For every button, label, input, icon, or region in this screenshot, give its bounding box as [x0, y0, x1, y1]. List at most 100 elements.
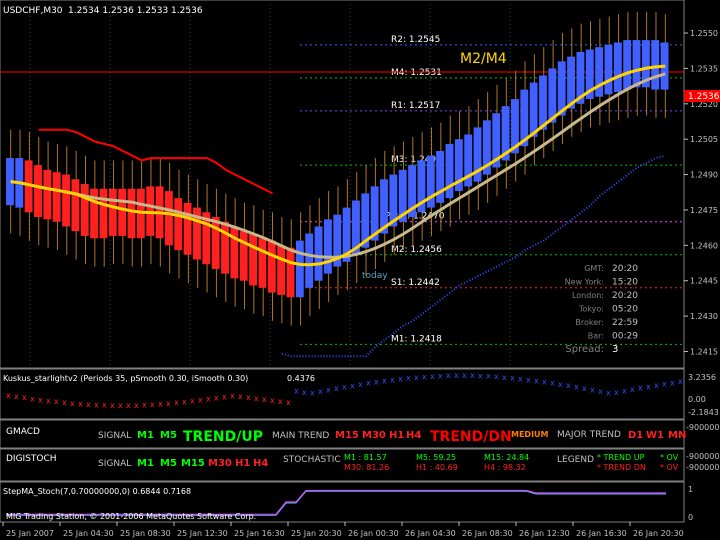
kuskus-marker: x	[366, 379, 371, 388]
pivot-label: R1: 1.2517	[391, 101, 440, 111]
stepma-tick-0: 0	[688, 513, 693, 522]
kuskus-marker: x	[182, 397, 187, 406]
digistoch-h4-value: H4 : 98.32	[484, 463, 526, 472]
kuskus-marker: x	[606, 388, 611, 397]
digistoch-legend-ov-1: * OV	[660, 453, 679, 462]
bull-bar	[604, 44, 613, 95]
time-tick-label: 25 Jan 08:30	[120, 529, 171, 538]
bear-bar	[286, 247, 295, 298]
kuskus-marker: x	[286, 398, 291, 407]
kuskus-marker: x	[270, 396, 275, 405]
kuskus-marker: x	[102, 401, 107, 410]
digistoch-stochastic: STOCHASTIC	[283, 455, 341, 465]
digistoch-m30-value: M30: 81.26	[344, 463, 389, 472]
info-label: New York:	[565, 278, 604, 287]
kuskus-marker: x	[454, 371, 459, 380]
price-tick-label: 1.2535	[690, 64, 718, 73]
kuskus-marker: x	[22, 393, 27, 402]
kuskus-marker: x	[358, 380, 363, 389]
kuskus-marker: x	[430, 372, 435, 381]
kuskus-marker: x	[414, 373, 419, 382]
bear-bar	[249, 233, 258, 286]
bull-bar	[445, 143, 454, 199]
kuskus-marker: x	[390, 375, 395, 384]
time-tick-label: 26 Jan 08:30	[462, 529, 513, 538]
time-tick-label: 25 Jan 20:30	[291, 529, 342, 538]
time-tick-label: 26 Jan 20:30	[633, 529, 684, 538]
kuskus-marker: x	[230, 391, 235, 400]
bear-bar	[62, 174, 70, 227]
info-label: London:	[572, 291, 604, 300]
price-tick-label: 1.2505	[690, 135, 718, 144]
stepma-title: StepMA_Stoch(7,0.70000000,0) 0.6844 0.71…	[3, 487, 191, 496]
kuskus-marker: x	[550, 379, 555, 388]
info-label: Broker:	[575, 318, 604, 327]
kuskus-marker: x	[406, 374, 411, 383]
bull-bar	[623, 40, 632, 90]
info-value: 15:20	[612, 278, 638, 288]
digistoch-tick-1: -9000000	[686, 452, 720, 461]
bear-bar	[108, 188, 117, 236]
info-label: Bar:	[588, 332, 604, 341]
bear-bar	[230, 226, 239, 279]
info-value: 05:20	[612, 305, 638, 315]
info-label: Spread:	[565, 344, 604, 355]
kuskus-marker: x	[334, 384, 339, 393]
bull-bar	[632, 40, 641, 88]
time-tick-label: 25 Jan 2007	[6, 529, 54, 538]
bull-bar	[295, 240, 304, 298]
bear-bar	[277, 245, 286, 295]
digistoch-h1: H1	[235, 458, 250, 469]
kuskus-marker: x	[438, 371, 443, 380]
price-tick-label: 1.2430	[690, 312, 718, 321]
bear-bar	[221, 221, 229, 274]
bear-bar	[71, 179, 80, 232]
pivot-label: M4: 1.2531	[391, 68, 442, 78]
kuskus-marker: x	[542, 377, 547, 386]
kuskus-marker: x	[398, 374, 403, 383]
kuskus-marker: x	[446, 371, 451, 380]
kuskus-marker: x	[382, 376, 387, 385]
time-tick-label: 26 Jan 16:30	[576, 529, 627, 538]
kuskus-marker: x	[190, 397, 195, 406]
kuskus-title: Kuskus_starlightv2 (Periods 35, pSmooth …	[3, 374, 248, 383]
kuskus-marker: x	[86, 400, 91, 409]
bull-bar	[595, 47, 604, 97]
kuskus-marker: x	[318, 387, 323, 396]
kuskus-marker: x	[678, 377, 683, 386]
symbol-info: USDCHF,M30	[3, 6, 63, 16]
digistoch-m15-value: M15: 24.84	[484, 453, 529, 462]
kuskus-marker: x	[310, 389, 315, 398]
kuskus-marker: x	[302, 388, 307, 397]
price-tick-label: 1.2415	[690, 347, 718, 356]
kuskus-marker: x	[566, 381, 571, 390]
gmacd-d1: D1	[628, 430, 643, 441]
digistoch-legend: LEGEND	[557, 455, 594, 465]
kuskus-marker: x	[118, 401, 123, 410]
info-value: 22:59	[612, 318, 638, 328]
time-tick-label: 25 Jan 12:30	[177, 529, 228, 538]
kuskus-marker: x	[174, 398, 179, 407]
kuskus-marker: x	[14, 392, 19, 401]
info-label: GMT:	[584, 264, 604, 273]
pivot-label: S1: 1.2442	[391, 278, 440, 288]
gmacd-tick: -9000000	[686, 423, 720, 432]
kuskus-tick-low: -2.1843	[688, 408, 719, 417]
bull-bar	[651, 40, 660, 90]
kuskus-marker: x	[558, 380, 563, 389]
price-tick-label: 1.2550	[690, 29, 718, 38]
digistoch-m5: M5	[160, 458, 177, 469]
bull-bar	[305, 233, 314, 288]
kuskus-marker: x	[142, 400, 147, 409]
digistoch-m1: M1	[137, 458, 154, 469]
digistoch-legend-up: * TREND UP	[597, 453, 645, 462]
bear-bar	[164, 191, 173, 246]
price-tick-label: 1.2445	[690, 277, 718, 286]
gmacd-main-trend: MAIN TREND	[272, 431, 329, 441]
digistoch-m1-value: M1 : 81.57	[344, 453, 387, 462]
kuskus-marker: x	[30, 394, 35, 403]
digistoch-legend-ov-2: * OV	[660, 463, 679, 472]
kuskus-marker: x	[486, 372, 491, 381]
kuskus-marker: x	[342, 383, 347, 392]
time-tick-label: 26 Jan 12:30	[519, 529, 570, 538]
